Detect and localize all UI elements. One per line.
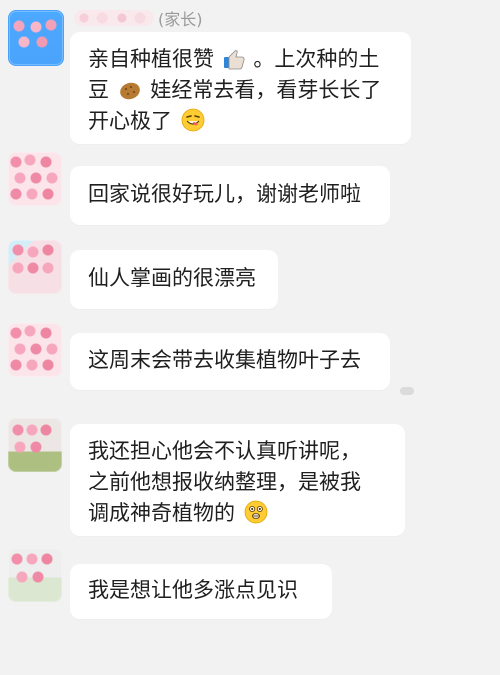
message-text: 仙人掌画的很漂亮: [88, 266, 256, 290]
message-bubble: 仙人掌画的很漂亮: [70, 250, 278, 309]
message-text: 调成神奇植物的: [88, 501, 235, 525]
avatar[interactable]: [8, 152, 62, 206]
avatar[interactable]: [8, 548, 62, 602]
message-bubble: 我还担心他会不认真听讲呢， 之前他想报收纳整理，是被我 调成神奇植物的: [70, 424, 405, 536]
message-line: 开心极了: [88, 106, 393, 137]
name-mask: [74, 10, 154, 26]
faint-mark: [400, 387, 414, 395]
message-line: 这周末会带去收集植物叶子去: [88, 345, 372, 376]
thumb-icon: [223, 48, 245, 69]
message-line: 仙人掌画的很漂亮: [88, 263, 260, 294]
message-text: 我是想让他多涨点见识: [88, 578, 298, 602]
avatar[interactable]: [8, 418, 62, 472]
message-text: 开心极了: [88, 109, 172, 133]
potato-icon: [118, 79, 142, 100]
message-text: 我还担心他会不认真听讲呢，: [88, 439, 361, 463]
avatar[interactable]: [8, 240, 62, 294]
message-bubble: 回家说很好玩儿，谢谢老师啦: [70, 166, 390, 225]
message-bubble: 亲自种植很赞 。上次种的土 豆 娃经常去看，看芽长长了 开心极了: [70, 32, 411, 144]
message-text: 之前他想报收纳整理，是被我: [88, 470, 361, 494]
message-line: 豆 娃经常去看，看芽长长了: [88, 75, 393, 106]
avatar[interactable]: [8, 10, 64, 66]
message-text: 。上次种的土: [253, 47, 380, 71]
message-line: 回家说很好玩儿，谢谢老师啦: [88, 179, 372, 210]
message-bubble: 这周末会带去收集植物叶子去: [70, 333, 390, 390]
message-line: 调成神奇植物的: [88, 498, 387, 529]
message-line: 我是想让他多涨点见识: [88, 575, 314, 606]
chat-screen: (家长) 亲自种植很赞 。上次种的土 豆 娃经常去看，看芽长长了 开心极了 回家…: [0, 0, 500, 675]
message-line: 之前他想报收纳整理，是被我: [88, 467, 387, 498]
message-text: 娃经常去看，看芽长长了: [150, 78, 382, 102]
grinning-tongue-icon: [181, 108, 205, 132]
sender-line: (家长): [74, 6, 203, 30]
message-text: 豆: [88, 78, 109, 102]
message-text: 这周末会带去收集植物叶子去: [88, 348, 361, 372]
message-bubble: 我是想让他多涨点见识: [70, 564, 332, 619]
avatar[interactable]: [8, 323, 62, 377]
sender-role: (家长): [158, 10, 203, 29]
message-text: 回家说很好玩儿，谢谢老师啦: [88, 182, 361, 206]
message-text: 亲自种植很赞: [88, 47, 214, 71]
astonished-face-icon: [244, 500, 268, 524]
message-line: 我还担心他会不认真听讲呢，: [88, 436, 387, 467]
message-line: 亲自种植很赞 。上次种的土: [88, 44, 393, 75]
